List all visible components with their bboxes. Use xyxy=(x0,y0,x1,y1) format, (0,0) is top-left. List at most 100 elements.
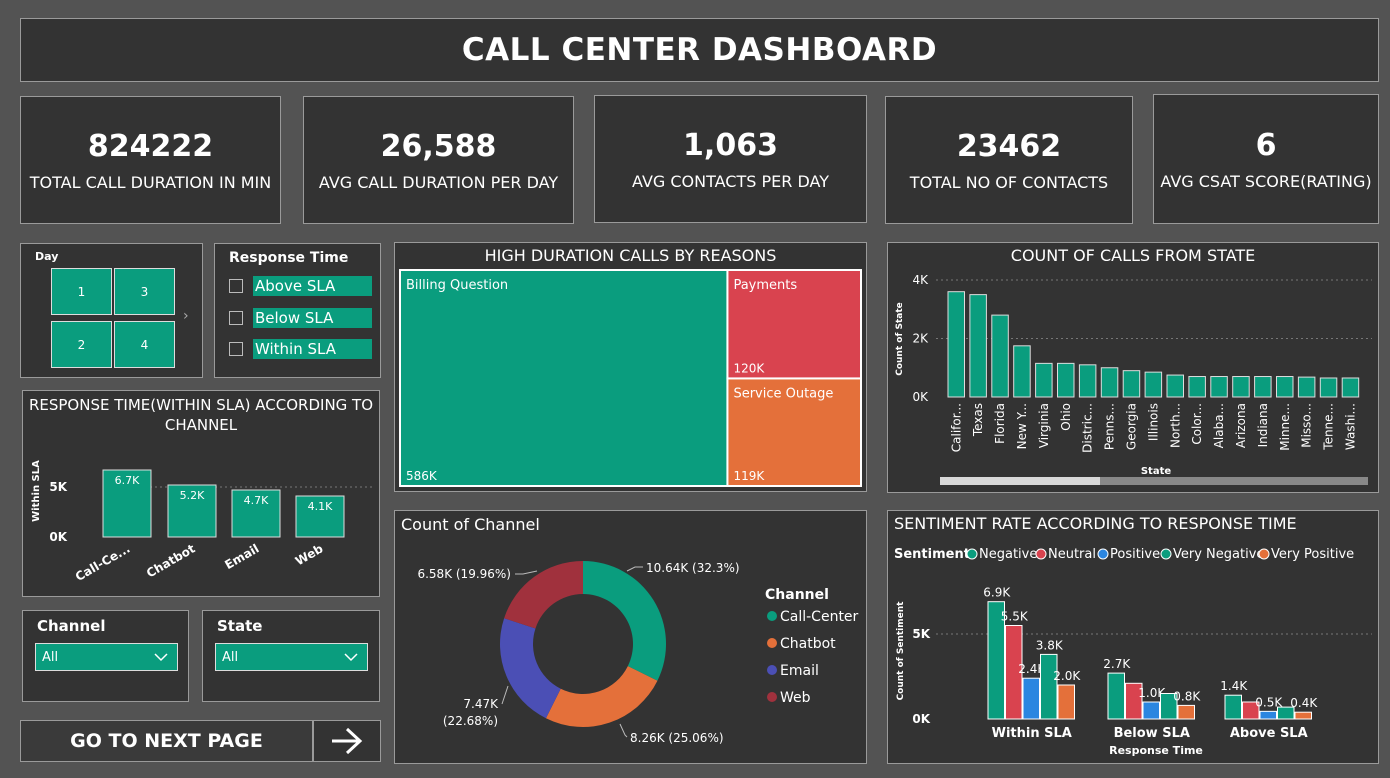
tile-value: 120K xyxy=(733,361,765,375)
bar xyxy=(1035,362,1053,398)
x-axis-label: State xyxy=(1141,466,1172,477)
response-time-slicer: Response Time Above SLA Below SLA Within… xyxy=(214,243,381,378)
x-tick-label: Color... xyxy=(1190,403,1204,445)
kpi-value: 26,588 xyxy=(380,128,497,164)
dashboard-title-bar: CALL CENTER DASHBOARD xyxy=(20,18,1379,82)
kpi-label: AVG CALL DURATION PER DAY xyxy=(318,172,559,192)
kpi-avg-csat: 6 AVG CSAT SCORE(RATING) xyxy=(1153,94,1379,224)
data-label: 0.4K xyxy=(1290,696,1318,710)
legend-title: Sentiment xyxy=(894,547,970,562)
x-tick-label: New Y... xyxy=(1015,403,1029,449)
kpi-value: 1,063 xyxy=(683,127,778,163)
data-label: 4.7K xyxy=(244,494,269,507)
sentiment-chart-panel: SENTIMENT RATE ACCORDING TO RESPONSE TIM… xyxy=(887,510,1379,764)
kpi-label: AVG CONTACTS PER DAY xyxy=(632,171,829,191)
bar xyxy=(1078,364,1097,398)
bar xyxy=(1341,377,1360,398)
response-time-header: Response Time xyxy=(229,250,349,266)
checkbox[interactable] xyxy=(229,311,243,325)
tile-label: Payments xyxy=(733,278,797,293)
sla-channel-chart: 5K 0K Within SLA 6.7K Call-Ce... 5.2K Chatbot 4… xyxy=(31,460,373,584)
data-label: 6.7K xyxy=(115,474,140,487)
page-title: CALL CENTER DASHBOARD xyxy=(461,32,938,68)
tile-label: Service Outage xyxy=(733,386,833,401)
sentiment-chart: Sentiment Negative Neutral Positive Very Neg… xyxy=(894,547,1372,757)
kpi-value: 6 xyxy=(1255,127,1277,163)
leader-line xyxy=(626,566,643,572)
legend-marker xyxy=(767,665,777,675)
y-tick-label: 0K xyxy=(912,390,929,404)
day-tile-1[interactable]: 1 xyxy=(51,268,112,315)
response-option-above-sla[interactable]: Above SLA xyxy=(229,276,372,296)
scrollbar-thumb[interactable] xyxy=(940,477,1100,485)
x-tick-label: Washi... xyxy=(1343,403,1357,450)
kpi-value: 23462 xyxy=(956,128,1062,164)
bar xyxy=(1254,376,1272,398)
channel-filter: Channel All xyxy=(22,610,189,702)
y-axis-label: Within SLA xyxy=(31,460,42,522)
day-tile-3[interactable]: 3 xyxy=(114,268,175,315)
legend-marker xyxy=(1097,548,1109,560)
legend-item: Web xyxy=(780,690,811,706)
tile-value: 586K xyxy=(406,469,438,483)
bar xyxy=(1259,710,1277,720)
bar xyxy=(1040,653,1058,720)
kpi-label: TOTAL NO OF CONTACTS xyxy=(909,172,1109,192)
data-label: 0.8K xyxy=(1173,689,1201,703)
channel-dropdown[interactable]: All xyxy=(35,643,178,671)
arrow-right-icon[interactable] xyxy=(313,720,381,762)
x-tick-label: Above SLA xyxy=(1230,726,1308,741)
data-label: 4.1K xyxy=(308,500,333,513)
legend-marker xyxy=(1035,548,1047,560)
y-tick-label: 4K xyxy=(912,273,929,287)
chevron-right-icon[interactable]: › xyxy=(183,308,189,324)
response-option-within-sla[interactable]: Within SLA xyxy=(229,339,372,359)
response-option-below-sla[interactable]: Below SLA xyxy=(229,308,372,328)
leader-line xyxy=(619,723,628,738)
y-tick-label: 5K xyxy=(49,480,67,494)
bar xyxy=(1294,711,1312,720)
x-tick-label: Alaba... xyxy=(1212,403,1226,448)
x-tick-label: Florida xyxy=(993,403,1007,444)
data-label: (22.68%) xyxy=(443,714,498,728)
donut-slice xyxy=(583,561,666,681)
x-tick-label: Ohio xyxy=(1059,403,1073,431)
tile-value: 119K xyxy=(733,469,765,483)
x-tick-label: North... xyxy=(1168,403,1182,448)
day-slicer-header: Day xyxy=(35,250,59,263)
data-label: 8.26K (25.06%) xyxy=(630,731,724,745)
dropdown-value: All xyxy=(222,649,239,665)
channel-filter-header: Channel xyxy=(37,617,106,635)
bar xyxy=(1013,345,1031,398)
leader-line xyxy=(515,570,538,575)
donut-slice xyxy=(500,618,561,719)
bar xyxy=(969,294,987,398)
go-to-next-page-button[interactable]: GO TO NEXT PAGE xyxy=(20,720,313,762)
legend-item: Email xyxy=(780,663,819,679)
kpi-label: TOTAL CALL DURATION IN MIN xyxy=(29,172,272,192)
state-dropdown[interactable]: All xyxy=(215,643,368,671)
day-tile-2[interactable]: 2 xyxy=(51,321,112,368)
checkbox[interactable] xyxy=(229,342,243,356)
x-tick-label: Below SLA xyxy=(1114,726,1190,741)
data-label: 10.64K (32.3%) xyxy=(646,561,740,575)
kpi-total-call-duration: 824222 TOTAL CALL DURATION IN MIN xyxy=(20,96,281,224)
checkbox[interactable] xyxy=(229,279,243,293)
legend-item: Call-Center xyxy=(780,609,859,625)
bar xyxy=(1142,701,1160,720)
x-tick-label: Illinois xyxy=(1146,403,1160,441)
day-tile-4[interactable]: 4 xyxy=(114,321,175,368)
y-axis-label: Count of State xyxy=(895,302,905,376)
legend-marker xyxy=(767,692,777,702)
sla-channel-chart-panel: RESPONSE TIME(WITHIN SLA) ACCORDING TO C… xyxy=(22,390,380,597)
kpi-total-contacts: 23462 TOTAL NO OF CONTACTS xyxy=(885,96,1133,224)
legend-item: Very Negative xyxy=(1173,547,1264,562)
legend-marker xyxy=(966,548,978,560)
bar xyxy=(1100,367,1119,398)
y-tick-label: 2K xyxy=(912,332,929,346)
bar xyxy=(1319,377,1338,398)
chevron-down-icon xyxy=(343,650,359,668)
response-option-label: Within SLA xyxy=(253,339,372,359)
state-chart-panel: COUNT OF CALLS FROM STATE 0K 2K 4K Count of… xyxy=(887,242,1379,493)
x-tick-label: Email xyxy=(222,541,261,572)
